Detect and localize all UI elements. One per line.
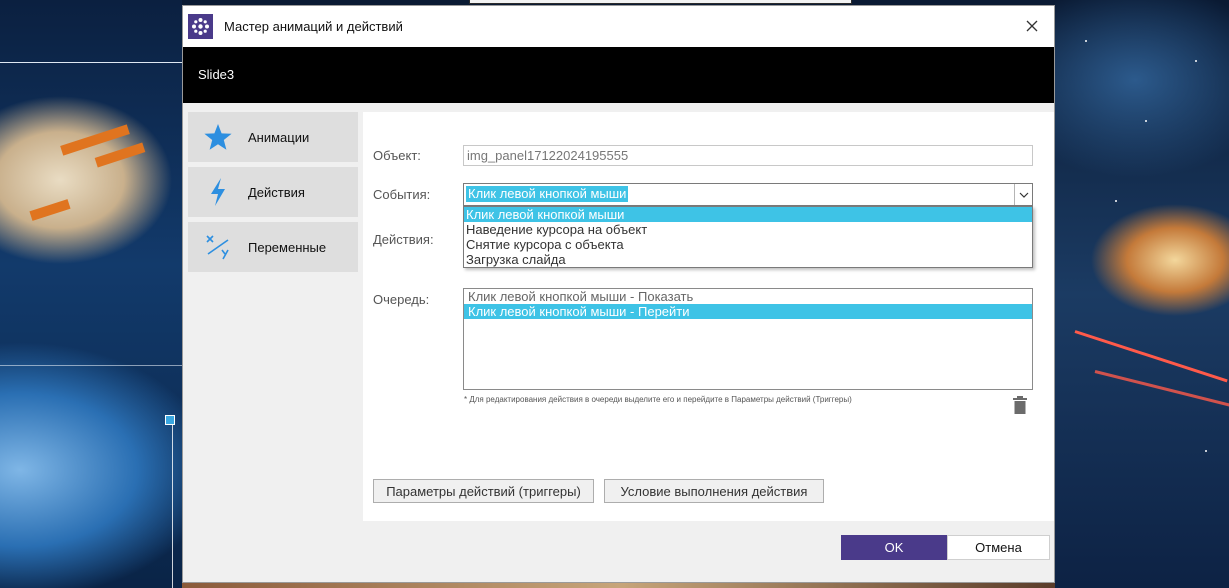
dialog-content: Анимации Действия Переменные Объект: img… (183, 103, 1054, 582)
slide-object-outline (469, 0, 852, 4)
sidebar-item-animations[interactable]: Анимации (188, 112, 358, 162)
action-params-button[interactable]: Параметры действий (триггеры) (373, 479, 594, 503)
events-dropdown-list: Клик левой кнопкой мыши Наведение курсор… (463, 206, 1033, 268)
spaceship-artwork-left (0, 0, 182, 588)
cancel-button[interactable]: Отмена (947, 535, 1050, 560)
events-select[interactable]: Клик левой кнопкой мыши (463, 183, 1033, 206)
dropdown-option[interactable]: Снятие курсора с объекта (464, 237, 1032, 252)
sidebar-item-label: Анимации (248, 129, 310, 145)
app-logo-icon (188, 14, 213, 39)
title-bar[interactable]: Мастер анимаций и действий (183, 6, 1054, 47)
dropdown-option[interactable]: Загрузка слайда (464, 252, 1032, 267)
dropdown-option[interactable]: Наведение курсора на объект (464, 222, 1032, 237)
animation-wizard-dialog: Мастер анимаций и действий Slide3 Анимац… (182, 5, 1055, 583)
sidebar: Анимации Действия Переменные (188, 112, 358, 277)
slide-header-bar: Slide3 (183, 47, 1054, 103)
queue-label: Очередь: (373, 292, 430, 307)
events-label: События: (373, 187, 431, 202)
list-item[interactable]: Клик левой кнопкой мыши - Показать (464, 289, 1032, 304)
slide-name: Slide3 (198, 67, 235, 82)
sidebar-item-actions[interactable]: Действия (188, 167, 358, 217)
dialog-title: Мастер анимаций и действий (224, 19, 403, 34)
selection-handle[interactable] (165, 415, 175, 425)
sidebar-item-variables[interactable]: Переменные (188, 222, 358, 272)
artwork-bottom-strip (182, 583, 1055, 588)
star-icon (188, 123, 248, 151)
ok-button[interactable]: OK (841, 535, 947, 560)
dropdown-option[interactable]: Клик левой кнопкой мыши (464, 207, 1032, 222)
action-condition-button[interactable]: Условие выполнения действия (604, 479, 824, 503)
object-field[interactable]: img_panel17122024195555 (463, 145, 1033, 166)
selection-outline (172, 419, 173, 588)
space-artwork-right (1055, 0, 1229, 588)
queue-list[interactable]: Клик левой кнопкой мыши - Показать Клик … (463, 288, 1033, 390)
lightning-icon (188, 177, 248, 207)
list-item[interactable]: Клик левой кнопкой мыши - Перейти (464, 304, 1032, 319)
close-button[interactable] (1020, 14, 1044, 38)
variables-icon (188, 234, 248, 260)
events-selected-value: Клик левой кнопкой мыши (466, 186, 629, 202)
trash-icon[interactable] (1012, 396, 1028, 414)
object-label: Объект: (373, 148, 421, 163)
main-panel: Объект: img_panel17122024195555 События:… (363, 112, 1054, 521)
queue-hint: * Для редактирования действия в очереди … (464, 395, 852, 404)
actions-label: Действия: (373, 232, 434, 247)
sidebar-item-label: Действия (248, 184, 305, 200)
sidebar-item-label: Переменные (248, 239, 327, 255)
close-icon (1026, 20, 1038, 32)
chevron-down-icon[interactable] (1014, 184, 1032, 205)
